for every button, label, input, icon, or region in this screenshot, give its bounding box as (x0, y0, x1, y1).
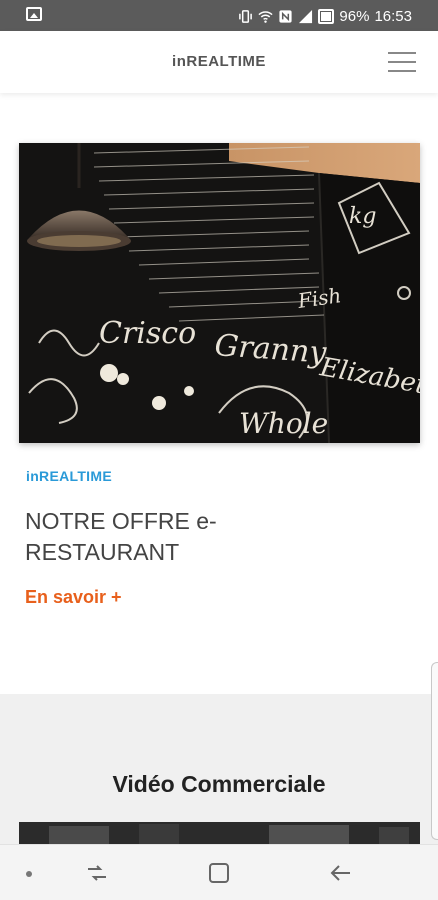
navigation-bar (0, 844, 438, 900)
article-headline[interactable]: NOTRE OFFRE e-RESTAURANT (25, 506, 325, 568)
status-bar: 96% 16:53 (0, 0, 438, 31)
dot-icon[interactable] (26, 871, 32, 877)
video-section-title: Vidéo Commerciale (112, 771, 326, 797)
back-icon[interactable] (328, 861, 354, 885)
chalk-word: Whole (239, 407, 328, 440)
battery-icon (318, 8, 335, 24)
recent-apps-icon[interactable] (84, 861, 110, 885)
edge-panel-handle[interactable] (431, 662, 438, 840)
app-title[interactable]: inREALTIME (0, 53, 438, 70)
hamburger-menu-icon[interactable] (388, 50, 416, 74)
image-icon (26, 7, 42, 21)
wifi-icon (258, 10, 274, 23)
chalk-word: kg (349, 204, 376, 229)
signal-icon (299, 9, 313, 23)
article-image[interactable]: Crisco Granny Elizabeth Whole kg Fish (19, 143, 420, 443)
vibrate-icon (239, 9, 253, 23)
clock: 16:53 (374, 7, 412, 25)
nfc-icon (279, 9, 293, 23)
chalkboard-wall-illustration: Crisco Granny Elizabeth Whole kg Fish (19, 143, 420, 443)
video-thumbnail (19, 822, 420, 844)
battery-percent: 96% (339, 7, 370, 25)
video-section: Vidéo Commerciale (0, 694, 438, 844)
app-header: inREALTIME (0, 31, 438, 93)
status-icons: 96% 16:53 (238, 5, 412, 27)
article-category[interactable]: inREALTIME (26, 468, 112, 484)
read-more-link[interactable]: En savoir + (25, 587, 122, 608)
home-icon[interactable] (206, 861, 232, 885)
chalk-word: Crisco (99, 316, 196, 351)
video-player[interactable] (19, 822, 420, 844)
